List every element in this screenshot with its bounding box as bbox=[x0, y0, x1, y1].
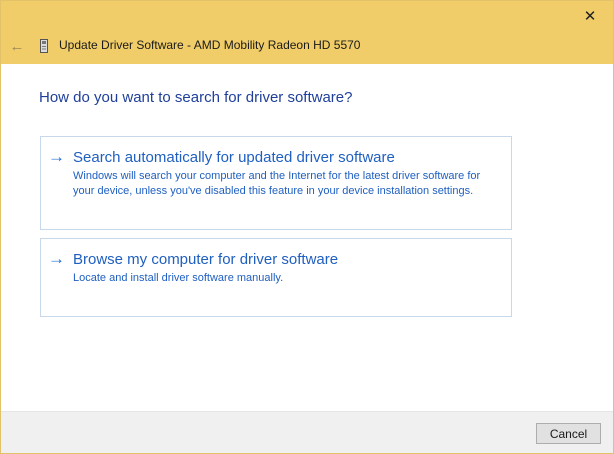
close-icon: ✕ bbox=[583, 8, 597, 25]
window-title: Update Driver Software - AMD Mobility Ra… bbox=[59, 38, 361, 52]
title-bar: ✕ ← Update Driver Software - AMD Mobilit… bbox=[1, 1, 613, 64]
update-driver-dialog: ✕ ← Update Driver Software - AMD Mobilit… bbox=[0, 0, 614, 454]
option-description: Locate and install driver software manua… bbox=[73, 272, 284, 284]
search-automatically-option[interactable]: → Search automatically for updated drive… bbox=[40, 136, 512, 230]
device-icon bbox=[40, 39, 48, 53]
page-heading: How do you want to search for driver sof… bbox=[39, 89, 353, 106]
dialog-footer: Cancel bbox=[1, 411, 613, 453]
right-arrow-icon: → bbox=[48, 249, 65, 268]
back-button[interactable]: ← bbox=[7, 37, 27, 55]
option-description: Windows will search your computer and th… bbox=[73, 170, 481, 197]
browse-computer-option[interactable]: → Browse my computer for driver software… bbox=[40, 238, 512, 317]
close-button[interactable]: ✕ bbox=[567, 1, 613, 31]
back-arrow-icon: ← bbox=[9, 37, 25, 55]
cancel-button[interactable]: Cancel bbox=[536, 423, 601, 444]
option-title: Search automatically for updated driver … bbox=[73, 149, 395, 166]
right-arrow-icon: → bbox=[48, 147, 65, 166]
option-title: Browse my computer for driver software bbox=[73, 251, 339, 268]
